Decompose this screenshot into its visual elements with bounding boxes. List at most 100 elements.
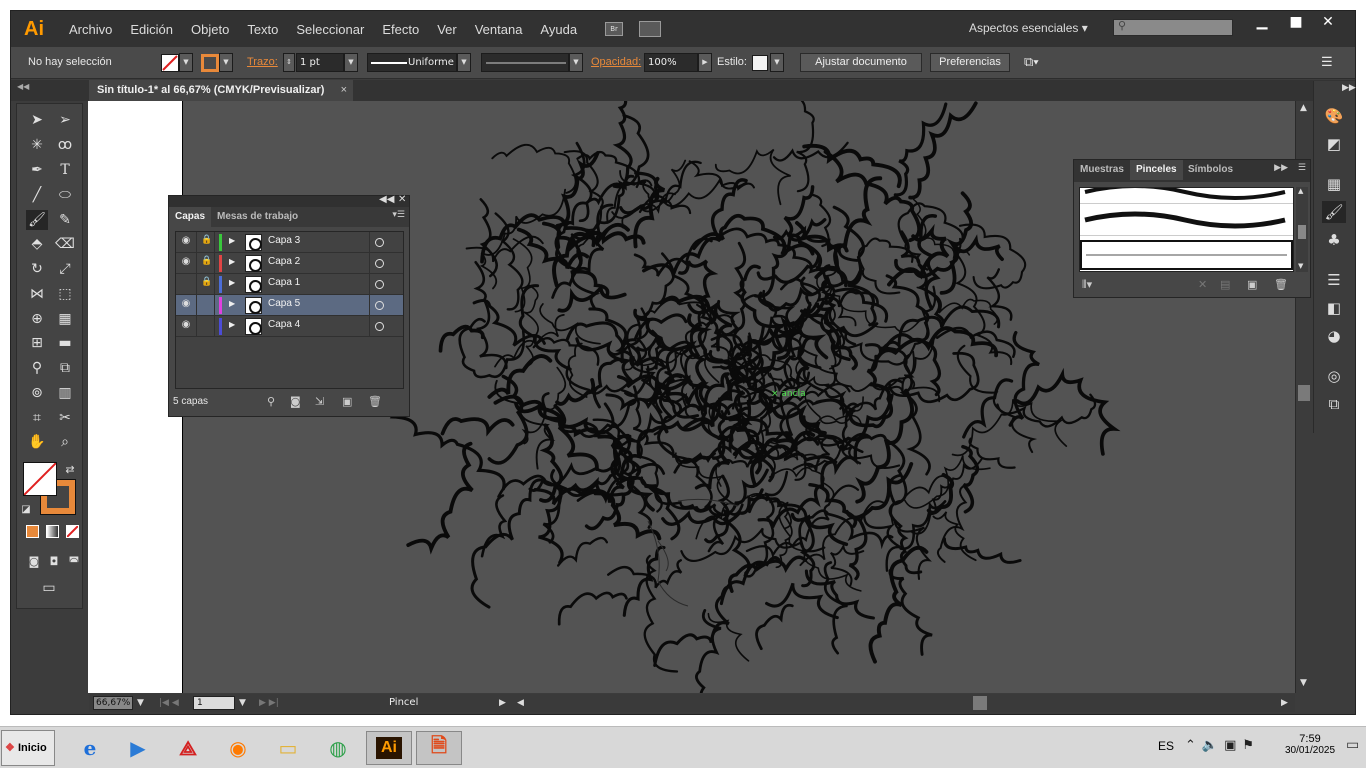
- magic-wand-tool-icon[interactable]: ✳: [26, 135, 48, 155]
- file-explorer-icon[interactable]: ▭: [270, 731, 306, 765]
- stroke-panel-icon[interactable]: ☰: [1322, 269, 1346, 291]
- layer-name[interactable]: Capa 3: [268, 235, 300, 246]
- fit-document-button[interactable]: Ajustar documento: [800, 53, 922, 72]
- layers-panel-titlebar[interactable]: ◀◀ ✕: [169, 194, 409, 207]
- symbol-sprayer-tool-icon[interactable]: ⊚: [26, 383, 48, 403]
- tab-simbolos[interactable]: Símbolos: [1182, 160, 1239, 180]
- brush-options-icon[interactable]: ▤: [1220, 278, 1230, 291]
- mesh-tool-icon[interactable]: ⊞: [26, 333, 48, 353]
- swap-colors-icon[interactable]: ⇄: [63, 460, 77, 480]
- brush-dropdown[interactable]: ▼: [569, 53, 583, 72]
- collapse-brushes-icon[interactable]: ▶▶: [1274, 163, 1288, 173]
- slice-tool-icon[interactable]: ✂: [54, 408, 76, 428]
- opacity-field[interactable]: 100%: [644, 53, 698, 72]
- visibility-icon[interactable]: ◉: [179, 256, 193, 267]
- expand-icon[interactable]: ▶: [229, 299, 235, 308]
- blend-tool-icon[interactable]: ⧉: [54, 358, 76, 378]
- tab-capas[interactable]: Capas: [169, 207, 212, 227]
- illustrator-icon[interactable]: Ai: [366, 731, 412, 765]
- visibility-icon[interactable]: ◉: [179, 319, 193, 330]
- menu-seleccionar[interactable]: Seleccionar: [296, 22, 364, 37]
- draw-inside-icon[interactable]: ◚: [63, 552, 85, 572]
- color-panel-icon[interactable]: 🎨: [1322, 105, 1346, 127]
- menu-archivo[interactable]: Archivo: [69, 22, 112, 37]
- visibility-icon[interactable]: ◉: [179, 235, 193, 246]
- brush-item[interactable]: [1080, 204, 1293, 236]
- draw-behind-icon[interactable]: ◘: [43, 552, 65, 572]
- transparency-icon[interactable]: ◕: [1322, 325, 1346, 347]
- target-icon[interactable]: [375, 238, 384, 247]
- draw-normal-icon[interactable]: ◙: [23, 552, 45, 572]
- line-tool-icon[interactable]: ╱: [26, 185, 48, 205]
- brush-libraries-icon[interactable]: ⫴▾: [1082, 278, 1092, 292]
- bridge-icon[interactable]: Br: [605, 22, 624, 36]
- brush-definition[interactable]: [481, 53, 569, 72]
- brush-scroll-down-icon[interactable]: ▼: [1298, 262, 1303, 270]
- target-icon[interactable]: [375, 301, 384, 310]
- stroke-label[interactable]: Trazo:: [247, 56, 278, 68]
- menu-ayuda[interactable]: Ayuda: [540, 22, 577, 37]
- new-layer-icon[interactable]: ▣: [342, 395, 352, 408]
- menu-ver[interactable]: Ver: [437, 22, 457, 37]
- layer-name[interactable]: Capa 4: [268, 319, 300, 330]
- zoom-dropdown-icon[interactable]: ▼: [137, 698, 144, 708]
- brush-item-selected[interactable]: [1080, 240, 1293, 270]
- delete-layer-icon[interactable]: 🗑: [368, 395, 382, 408]
- first-artboard-icon[interactable]: |◀ ◀: [159, 698, 179, 708]
- artboard-tool-icon[interactable]: ⌗: [26, 408, 48, 428]
- menu-texto[interactable]: Texto: [247, 22, 278, 37]
- tab-mesas-de-trabajo[interactable]: Mesas de trabajo: [211, 207, 304, 227]
- stroke-dropdown[interactable]: ▼: [219, 53, 233, 72]
- expand-icon[interactable]: ▶: [229, 320, 235, 329]
- fill-swatch[interactable]: [161, 54, 179, 72]
- maximize-button[interactable]: ■: [1281, 14, 1311, 34]
- lock-icon[interactable]: 🔒: [201, 256, 212, 266]
- fill-color-front[interactable]: [23, 462, 57, 496]
- target-icon[interactable]: [375, 259, 384, 268]
- opacity-label[interactable]: Opacidad:: [591, 56, 641, 68]
- panel-menu-icon[interactable]: ☰: [1321, 54, 1333, 70]
- profile-dropdown[interactable]: ▼: [457, 53, 471, 72]
- target-icon[interactable]: [375, 280, 384, 289]
- start-button[interactable]: ❖ Inicio: [1, 730, 55, 766]
- lock-icon[interactable]: 🔒: [201, 235, 212, 245]
- layers-menu-icon[interactable]: ▾☰: [392, 210, 405, 220]
- scroll-down-icon[interactable]: ▼: [1300, 678, 1307, 688]
- locate-object-icon[interactable]: ⚲: [267, 395, 275, 408]
- lock-icon[interactable]: 🔒: [201, 277, 212, 287]
- layer-row-selected[interactable]: ◉ ▶ Capa 5: [176, 295, 403, 316]
- minimize-button[interactable]: ▁: [1247, 14, 1277, 34]
- brush-scroll-up-icon[interactable]: ▲: [1298, 187, 1303, 195]
- chrome-icon[interactable]: ◍: [320, 731, 356, 765]
- gradient-panel-icon[interactable]: ◧: [1322, 297, 1346, 319]
- stroke-weight-dropdown[interactable]: ▼: [344, 53, 358, 72]
- rotate-tool-icon[interactable]: ↻: [26, 259, 48, 279]
- align-options-icon[interactable]: ⧉▾: [1024, 54, 1039, 70]
- artboard-dropdown-icon[interactable]: ▼: [239, 698, 246, 708]
- expand-icon[interactable]: ▶: [229, 257, 235, 266]
- tray-icons[interactable]: ⌃🔈▣⚑: [1185, 738, 1260, 753]
- document-tab[interactable]: Sin título-1* al 66,67% (CMYK/Previsuali…: [89, 80, 353, 101]
- internet-explorer-icon[interactable]: e: [72, 731, 108, 765]
- zoom-field[interactable]: 66,67%: [93, 696, 133, 710]
- pen-tool-icon[interactable]: ✒: [26, 160, 48, 180]
- expand-dock-icon[interactable]: ▶▶: [1342, 83, 1356, 93]
- vertical-scroll-thumb[interactable]: [1298, 385, 1310, 401]
- scroll-left-icon[interactable]: ◀: [517, 698, 524, 708]
- selection-tool-icon[interactable]: ➤: [26, 110, 48, 130]
- symbols-icon[interactable]: ♣: [1322, 229, 1346, 251]
- menu-objeto[interactable]: Objeto: [191, 22, 229, 37]
- acrobat-icon[interactable]: ⟁: [170, 731, 206, 765]
- tab-pinceles[interactable]: Pinceles: [1130, 160, 1183, 180]
- clock[interactable]: 7:59 30/01/2025: [1278, 733, 1342, 756]
- screen-mode-icon[interactable]: ▭: [38, 578, 60, 598]
- delete-brush-icon[interactable]: 🗑: [1274, 278, 1288, 291]
- color-mode-icon[interactable]: [26, 525, 39, 538]
- ellipse-tool-icon[interactable]: ⬭: [54, 185, 76, 205]
- new-brush-icon[interactable]: ▣: [1247, 278, 1257, 291]
- perspective-grid-tool-icon[interactable]: ▦: [54, 309, 76, 329]
- gradient-mode-icon[interactable]: [46, 525, 59, 538]
- stroke-swatch[interactable]: [201, 54, 219, 72]
- next-artboard-icon[interactable]: ▶ ▶|: [259, 698, 279, 708]
- visibility-icon[interactable]: ◉: [179, 298, 193, 309]
